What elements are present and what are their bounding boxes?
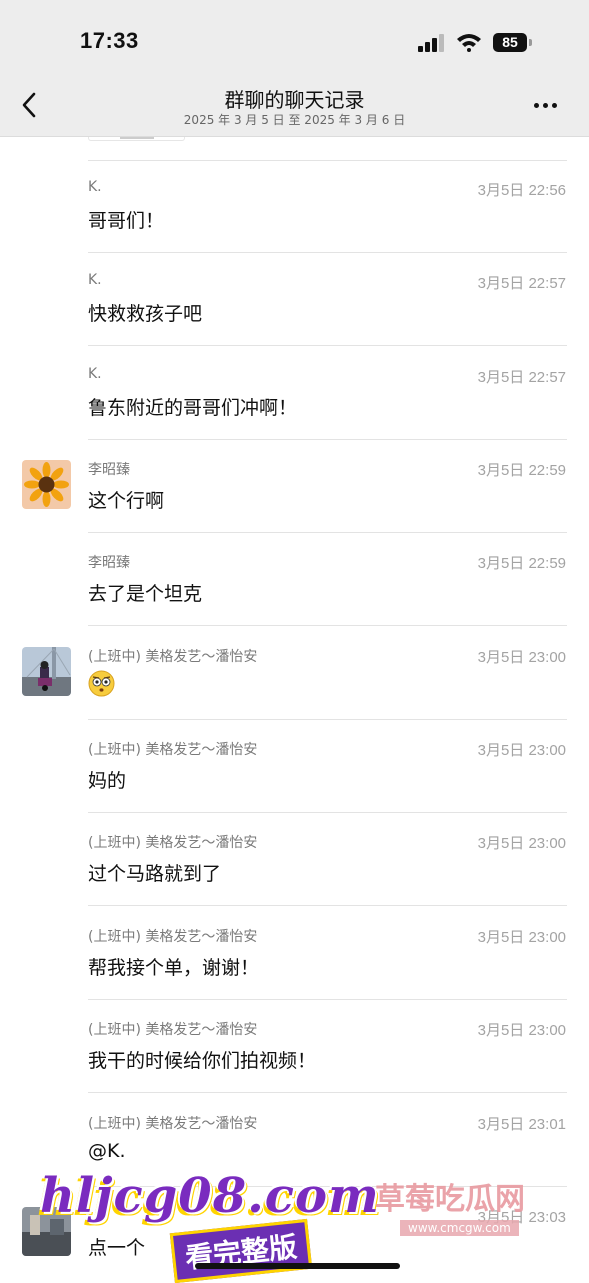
sender-name: (上班中) 美格发艺～潘怡安 — [88, 835, 258, 851]
sender-name: (上班中) 美格发艺～潘怡安 — [88, 649, 258, 665]
message-item[interactable]: 李昭臻 3月5日 22:59 去了是个坦克 — [0, 533, 589, 626]
message-time: 3月5日 23:00 — [477, 835, 566, 852]
message-item[interactable]: (上班中) 美格发艺～潘怡安 3月5日 23:00 帮我接个单，谢谢！ — [0, 907, 589, 1000]
message-time: 3月5日 22:59 — [477, 555, 566, 572]
more-options-button[interactable] — [532, 96, 566, 116]
message-item[interactable]: 李昭臻 3月5日 22:59 这个行啊 — [0, 440, 589, 533]
message-time: 3月5日 23:00 — [477, 649, 566, 666]
page-title: 群聊的聊天记录 — [224, 88, 365, 112]
sender-name: K. — [88, 272, 102, 288]
message-item[interactable]: (上班中) 美格发艺～潘怡安 3月5日 23:00 — [0, 627, 589, 720]
message-time: 3月5日 23:00 — [477, 742, 566, 759]
message-text: 点一个 — [88, 1237, 146, 1259]
dot-icon — [543, 103, 548, 108]
site-watermark: hljcg08.com — [40, 1168, 380, 1224]
header-bar: 17:33 85 群聊的聊天记录 2025 年 3 月 5 日 至 2025 年… — [0, 0, 589, 137]
home-indicator[interactable] — [195, 1263, 400, 1269]
message-text: 快救救孩子吧 — [88, 303, 203, 325]
message-text: 过个马路就到了 — [88, 863, 222, 885]
battery-level: 85 — [493, 33, 527, 52]
message-item[interactable]: K. 3月5日 22:56 哥哥们！ — [0, 160, 589, 253]
sender-name: K. — [88, 179, 102, 195]
divider — [88, 345, 567, 346]
dot-icon — [552, 103, 557, 108]
sender-name: K. — [88, 366, 102, 382]
sender-name: (上班中) 美格发艺～潘怡安 — [88, 1116, 258, 1132]
message-text: 帮我接个单，谢谢！ — [88, 957, 260, 979]
message-item[interactable]: K. 3月5日 22:57 鲁东附近的哥哥们冲啊！ — [0, 347, 589, 440]
message-time: 3月5日 22:57 — [477, 369, 566, 386]
battery-tip — [529, 39, 532, 46]
sender-name: (上班中) 美格发艺～潘怡安 — [88, 929, 258, 945]
divider — [88, 625, 567, 626]
motorcycle-avatar[interactable] — [22, 647, 71, 696]
message-text: 妈的 — [88, 770, 127, 792]
sender-name: 李昭臻 — [88, 462, 130, 478]
message-time: 3月5日 23:00 — [477, 1022, 566, 1039]
message-item[interactable]: (上班中) 美格发艺～潘怡安 3月5日 23:00 我干的时候给你们拍视频！ — [0, 1000, 589, 1093]
sunflower-avatar[interactable] — [22, 460, 71, 509]
message-text: 我干的时候给你们拍视频！ — [88, 1050, 317, 1072]
message-time: 3月5日 23:01 — [477, 1116, 566, 1133]
site-watermark-url: www.cmcgw.com — [400, 1220, 519, 1236]
cellular-signal-icon — [418, 34, 444, 52]
message-text: 哥哥们！ — [88, 210, 165, 232]
status-time: 17:33 — [80, 28, 139, 53]
sender-name: (上班中) 美格发艺～潘怡安 — [88, 1022, 258, 1038]
message-item[interactable]: K. 3月5日 22:57 快救救孩子吧 — [0, 253, 589, 346]
message-time: 3月5日 23:00 — [477, 929, 566, 946]
sender-name: (上班中) 美格发艺～潘怡安 — [88, 742, 258, 758]
message-time: 3月5日 22:59 — [477, 462, 566, 479]
wifi-icon — [457, 34, 481, 52]
message-text: @K. — [88, 1140, 126, 1162]
message-text: 去了是个坦克 — [88, 583, 203, 605]
message-text: 这个行啊 — [88, 490, 165, 512]
divider — [88, 1092, 567, 1093]
divider — [88, 905, 567, 906]
dot-icon — [534, 103, 539, 108]
message-text: 鲁东附近的哥哥们冲啊！ — [88, 397, 298, 419]
message-time: 3月5日 22:56 — [477, 182, 566, 199]
message-item[interactable]: (上班中) 美格发艺～潘怡安 3月5日 23:00 妈的 — [0, 720, 589, 813]
sender-name: 李昭臻 — [88, 555, 130, 571]
message-time: 3月5日 22:57 — [477, 275, 566, 292]
surprised-face-emoji — [88, 670, 115, 697]
message-item[interactable]: (上班中) 美格发艺～潘怡安 3月5日 23:00 过个马路就到了 — [0, 813, 589, 906]
date-range: 2025 年 3 月 5 日 至 2025 年 3 月 6 日 — [183, 113, 406, 127]
site-watermark-cn: 草莓吃瓜网 — [375, 1182, 525, 1217]
